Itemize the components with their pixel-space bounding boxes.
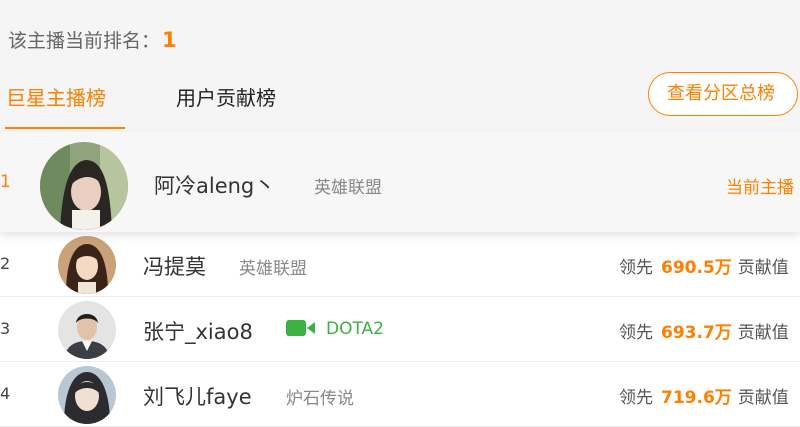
lead-suffix: 贡献值 [737, 258, 789, 278]
ranking-row[interactable]: 4 刘飞儿faye 炉石传说 领先 719.6万 贡献值 [0, 362, 800, 427]
active-tab-underline [5, 127, 125, 129]
avatar[interactable] [58, 366, 116, 424]
tab-user-contribution-ranking[interactable]: 用户贡献榜 [176, 82, 276, 111]
lead-value: 719.6万 [661, 388, 732, 408]
anchor-name[interactable]: 阿冷aleng丶 [154, 170, 275, 200]
lead-label: 领先 [619, 323, 653, 343]
avatar[interactable] [40, 142, 128, 230]
anchor-name[interactable]: 刘飞儿faye [143, 381, 252, 411]
avatar[interactable] [58, 301, 116, 359]
lead-suffix: 贡献值 [737, 388, 789, 408]
anchor-category: 炉石传说 [286, 389, 354, 409]
ranking-row-current[interactable]: 1 阿冷aleng丶 英雄联盟 当前主播 [0, 132, 800, 232]
anchor-category-live: DOTA2 [286, 319, 384, 342]
lead-info: 领先 719.6万 贡献值 [619, 383, 789, 408]
rank-number: 1 [0, 172, 11, 192]
lead-info: 领先 693.7万 贡献值 [619, 318, 789, 343]
avatar-image [58, 236, 116, 294]
lead-label: 领先 [619, 388, 653, 408]
lead-value: 693.7万 [661, 323, 732, 343]
lead-info: 领先 690.5万 贡献值 [619, 253, 789, 278]
rank-number: 2 [0, 254, 11, 273]
ranking-list: 1 阿冷aleng丶 英雄联盟 当前主播 2 冯提莫 英雄联盟 领先 690.5… [0, 132, 800, 427]
video-camera-icon [286, 319, 316, 342]
avatar-image [40, 142, 128, 230]
current-anchor-label: 当前主播 [726, 178, 794, 198]
avatar-image [58, 301, 116, 359]
lead-suffix: 贡献值 [737, 323, 789, 343]
anchor-name[interactable]: 冯提莫 [143, 251, 206, 281]
ranking-row[interactable]: 2 冯提莫 英雄联盟 领先 690.5万 贡献值 [0, 232, 800, 297]
anchor-category: DOTA2 [326, 319, 384, 339]
current-rank-label: 该主播当前排名： [8, 30, 161, 52]
anchor-name[interactable]: 张宁_xiao8 [143, 316, 253, 346]
anchor-category: 英雄联盟 [239, 259, 307, 279]
view-zone-ranking-button[interactable]: 查看分区总榜 [648, 72, 798, 116]
avatar-image [58, 366, 116, 424]
lead-label: 领先 [619, 258, 653, 278]
lead-value: 690.5万 [661, 258, 732, 278]
tab-star-anchor-ranking[interactable]: 巨星主播榜 [6, 82, 106, 111]
anchor-category: 英雄联盟 [314, 178, 382, 198]
current-rank-line: 该主播当前排名：1 [8, 26, 177, 53]
ranking-row[interactable]: 3 张宁_xiao8 DOTA2 领先 693.7万 贡献值 [0, 297, 800, 362]
rank-number: 3 [0, 319, 11, 338]
current-rank-value: 1 [162, 28, 177, 52]
rank-number: 4 [0, 384, 11, 403]
avatar[interactable] [58, 236, 116, 294]
